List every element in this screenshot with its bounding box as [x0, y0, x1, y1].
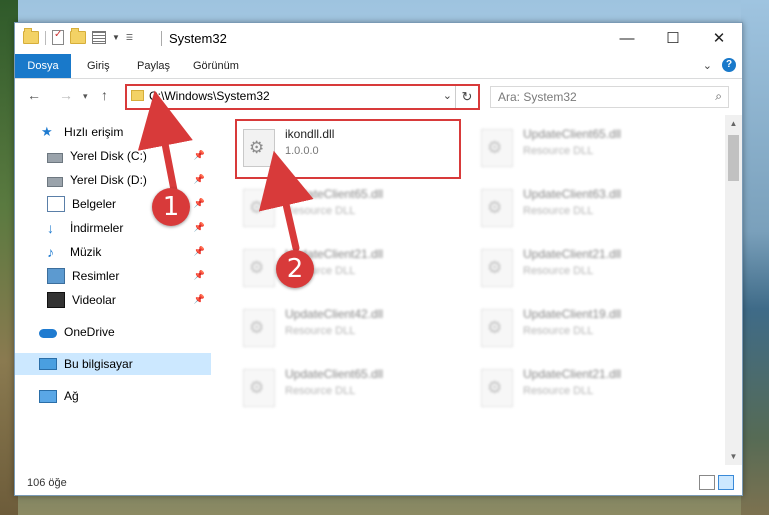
- callout-1: 1: [152, 188, 190, 226]
- arrow-1: [137, 90, 193, 194]
- annotation-arrows: [137, 90, 314, 252]
- callout-2: 2: [276, 250, 314, 288]
- arrow-2: [258, 150, 314, 252]
